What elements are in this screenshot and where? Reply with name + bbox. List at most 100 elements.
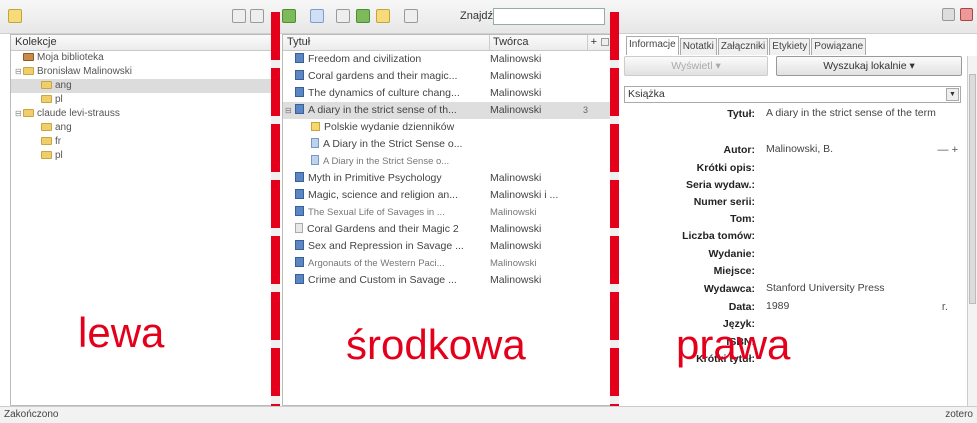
item-type-select[interactable]: Książka ▼ <box>624 86 961 103</box>
field-value[interactable]: Stanford University Press <box>766 283 941 294</box>
item-title: A diary in the strict sense of th... <box>308 104 457 116</box>
attachment-icon[interactable] <box>376 9 390 23</box>
folder-icon <box>41 137 52 146</box>
advanced-search-icon[interactable] <box>404 9 418 23</box>
column-picker-icon[interactable] <box>601 38 609 46</box>
field-row: Numer serii: <box>620 196 960 213</box>
folder-icon <box>23 109 34 118</box>
item-title: Coral gardens and their magic... <box>308 70 458 82</box>
item-creator: Malinowski <box>490 87 542 99</box>
field-row: Data: 1989 r. <box>620 301 960 318</box>
fullscreen-icon[interactable] <box>942 8 955 21</box>
field-value[interactable]: Malinowski, B. <box>766 144 941 155</box>
new-item-icon[interactable] <box>282 9 296 23</box>
item-row[interactable]: The dynamics of culture chang... Malinows… <box>283 85 611 102</box>
field-label[interactable]: Wydanie: <box>709 248 755 260</box>
item-title: Freedom and civilization <box>308 53 422 65</box>
child-item-row[interactable]: A Diary in the Strict Sense o... <box>283 136 611 153</box>
item-pane-scrollbar[interactable] <box>967 56 977 406</box>
folder-icon <box>23 67 34 76</box>
child-item-row[interactable]: A Diary in the Strict Sense o... <box>283 153 611 170</box>
item-row[interactable]: Freedom and civilization Malinowski <box>283 51 611 68</box>
item-row[interactable]: Myth in Primitive Psychology Malinowski <box>283 170 611 187</box>
collection-item[interactable]: ang <box>11 121 271 135</box>
item-row[interactable]: Argonauts of the Western Paci... Malinows… <box>283 255 611 272</box>
collection-item[interactable]: ang <box>11 79 271 93</box>
locate-button[interactable]: Wyszukaj lokalnie ▾ <box>776 56 962 76</box>
chevron-down-icon[interactable]: ▼ <box>946 88 959 101</box>
new-collection-icon[interactable] <box>232 9 246 23</box>
field-label[interactable]: Tytuł: <box>727 108 755 120</box>
field-label[interactable]: Tom: <box>730 213 755 225</box>
child-item-row[interactable]: Polskie wydanie dzienników <box>283 119 611 136</box>
collection-item[interactable]: pl <box>11 149 271 163</box>
item-row[interactable]: Coral Gardens and their Magic 2 Malinowsk… <box>283 221 611 238</box>
field-label[interactable]: Numer serii: <box>694 196 755 208</box>
twisty-icon[interactable]: ⊟ <box>15 107 22 121</box>
field-label[interactable]: Miejsce: <box>714 265 755 277</box>
tab-1[interactable]: Notatki <box>679 38 717 55</box>
item-row[interactable]: The Sexual Life of Savages in ... Malinow… <box>283 204 611 221</box>
item-title: Polskie wydanie dzienników <box>324 121 455 133</box>
middle-pane-label: środkowa <box>346 321 526 368</box>
collection-label: Moja biblioteka <box>37 52 104 63</box>
collection-item[interactable]: ⊟ Bronisław Malinowski <box>11 65 271 79</box>
item-row[interactable]: Coral gardens and their magic... Malinows… <box>283 68 611 85</box>
attachment-count: 3 <box>583 105 589 115</box>
item-creator: Malinowski <box>490 274 542 286</box>
field-label[interactable]: Liczba tomów: <box>682 230 755 242</box>
tab-2[interactable]: Załączniki <box>717 38 769 55</box>
tab-4[interactable]: Powiązane <box>811 38 867 55</box>
snapshot-icon[interactable] <box>356 9 370 23</box>
field-value[interactable]: 1989 <box>766 301 941 312</box>
item-tabs: Informacje Notatki Załączniki Etykiety Powią… <box>626 36 867 55</box>
link-page-icon[interactable] <box>336 9 350 23</box>
twisty-icon[interactable]: ⊟ <box>15 65 22 79</box>
field-label[interactable]: Data: <box>729 301 755 313</box>
actions-gear-icon[interactable] <box>250 9 264 23</box>
item-title-cell: Coral gardens and their magic... <box>295 68 485 85</box>
item-title-cell: A diary in the strict sense of th... <box>295 102 485 119</box>
item-title-cell: Magic, science and religion an... <box>295 187 485 204</box>
expand-toggle-icon[interactable]: ⊟ <box>285 102 292 119</box>
author-add-remove-buttons[interactable]: — + <box>938 144 958 156</box>
field-label[interactable]: Krótki opis: <box>697 162 755 174</box>
book-icon <box>295 189 304 199</box>
item-creator: Malinowski <box>490 104 542 116</box>
close-icon[interactable] <box>960 8 973 21</box>
collection-item[interactable]: ⊟ claude levi-strauss <box>11 107 271 121</box>
item-creator: Malinowski <box>490 223 542 235</box>
collection-item[interactable]: pl <box>11 93 271 107</box>
collection-pane-toggle-icon[interactable] <box>8 9 22 23</box>
field-row: Miejsce: <box>620 265 960 282</box>
view-button[interactable]: Wyświetl ▾ <box>624 56 768 76</box>
tab-0[interactable]: Informacje <box>626 36 679 55</box>
new-note-icon[interactable] <box>310 9 324 23</box>
item-row[interactable]: Magic, science and religion an... Malinow… <box>283 187 611 204</box>
items-list: Freedom and civilization Malinowski Coral … <box>283 51 611 289</box>
column-creator[interactable]: Twórca <box>489 35 573 50</box>
scrollbar-thumb[interactable] <box>969 74 976 304</box>
collection-label: ang <box>55 122 72 133</box>
field-label[interactable]: Autor: <box>724 144 756 156</box>
search-label: Znajdź: <box>460 10 497 22</box>
search-input[interactable] <box>493 8 605 25</box>
items-column-header: Tytuł Twórca + <box>283 35 611 51</box>
item-row[interactable]: Crime and Custom in Savage ... Malinowski <box>283 272 611 289</box>
field-label[interactable]: Seria wydaw.: <box>686 179 755 191</box>
pdf-icon <box>311 138 319 148</box>
field-value[interactable]: A diary in the strict sense of the term <box>766 108 941 119</box>
folder-icon <box>41 123 52 132</box>
tab-3[interactable]: Etykiety <box>769 38 811 55</box>
column-title[interactable]: Tytuł <box>287 35 310 50</box>
column-picker-button[interactable]: + <box>586 35 597 50</box>
item-title-cell: Argonauts of the Western Paci... <box>295 255 485 272</box>
item-row[interactable]: ⊟ A diary in the strict sense of th... Mal… <box>283 102 611 119</box>
collection-label: ang <box>55 80 72 91</box>
library-icon <box>23 53 34 62</box>
item-row[interactable]: Sex and Repression in Savage ... Malinows… <box>283 238 611 255</box>
collection-item[interactable]: Moja biblioteka <box>11 51 271 65</box>
field-label[interactable]: Wydawca: <box>704 283 755 295</box>
left-divider-marker <box>271 12 280 412</box>
collection-item[interactable]: fr <box>11 135 271 149</box>
